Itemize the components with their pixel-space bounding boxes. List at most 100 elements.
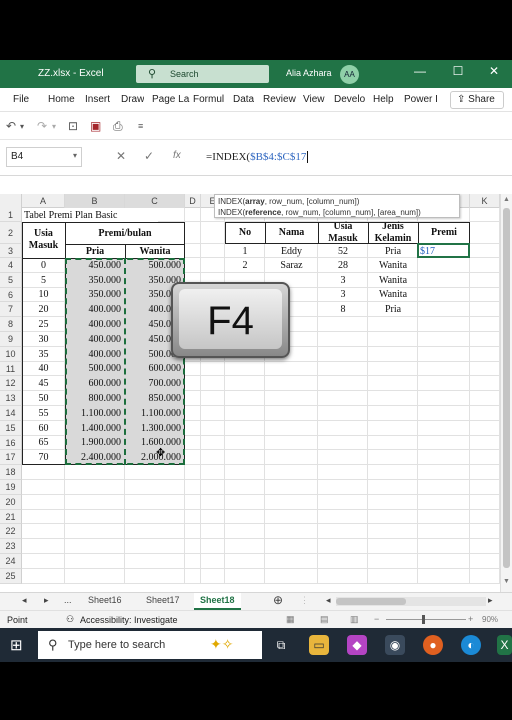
header-no[interactable]: No bbox=[225, 222, 265, 244]
close-icon[interactable]: ✕ bbox=[484, 64, 504, 78]
page-break-view-icon[interactable]: ▥ bbox=[350, 614, 359, 625]
left-row-usia[interactable]: 35 bbox=[22, 347, 65, 362]
tab-page-layout[interactable]: Page La bbox=[152, 94, 190, 105]
right-row-no[interactable]: 2 bbox=[225, 258, 265, 273]
worksheet-grid[interactable]: ABCDEFGHIJK 1234567891011121314151617181… bbox=[0, 176, 512, 592]
tab-data[interactable]: Data bbox=[233, 94, 254, 105]
cancel-icon[interactable]: ✕ bbox=[116, 149, 126, 163]
row-header-1[interactable]: 1 bbox=[0, 208, 22, 222]
tab-sheet17[interactable]: Sheet17 bbox=[146, 595, 180, 605]
left-row-usia[interactable]: 70 bbox=[22, 450, 65, 465]
customize-qat-icon[interactable]: ≡ bbox=[138, 121, 143, 131]
row-header-20[interactable]: 20 bbox=[0, 494, 22, 510]
right-row-usia[interactable]: 8 bbox=[318, 302, 368, 317]
left-row-usia[interactable]: 55 bbox=[22, 406, 65, 421]
right-row-nama[interactable]: Saraz bbox=[265, 258, 318, 273]
camera-icon[interactable]: ◉ bbox=[385, 635, 405, 655]
left-row-usia[interactable]: 30 bbox=[22, 332, 65, 347]
header-premi[interactable]: Premi bbox=[418, 222, 470, 244]
column-header-a[interactable]: A bbox=[22, 194, 65, 208]
header-usia[interactable]: Usia Masuk bbox=[318, 221, 368, 244]
formula-input[interactable]: =INDEX($B$4:$C$17 bbox=[206, 151, 309, 163]
redo-dropdown-icon[interactable]: ▾ bbox=[52, 122, 56, 131]
screenshot-icon[interactable]: ⊡ bbox=[68, 119, 78, 133]
taskbar-search-box[interactable]: ⚲ Type here to search ✦✧ bbox=[38, 631, 262, 659]
name-box[interactable]: B4 ▾ bbox=[6, 147, 82, 167]
tab-sheet16[interactable]: Sheet16 bbox=[88, 595, 122, 605]
tab-draw[interactable]: Draw bbox=[121, 94, 144, 105]
app-icon[interactable]: ◆ bbox=[347, 635, 367, 655]
task-view-icon[interactable]: ⧉ bbox=[271, 635, 291, 655]
print-preview-icon[interactable]: ⎙ bbox=[113, 119, 123, 134]
header-usia-masuk[interactable]: Usia Masuk bbox=[22, 222, 65, 258]
redo-icon[interactable]: ↷ bbox=[37, 119, 47, 133]
header-premi-bulan[interactable]: Premi/bulan bbox=[65, 222, 185, 244]
left-row-usia[interactable]: 25 bbox=[22, 317, 65, 332]
left-row-usia[interactable]: 50 bbox=[22, 391, 65, 406]
tab-file[interactable]: File bbox=[13, 94, 29, 105]
more-sheets-button[interactable]: ... bbox=[64, 595, 72, 605]
minimize-icon[interactable]: — bbox=[410, 64, 430, 78]
column-header-b[interactable]: B bbox=[65, 194, 125, 208]
zoom-in-icon[interactable]: + bbox=[468, 614, 473, 624]
header-jenis-kelamin[interactable]: Jenis Kelamin bbox=[368, 221, 418, 244]
sheet-tabs-splitter-icon[interactable]: ⋮ bbox=[300, 595, 309, 606]
firefox-icon[interactable]: ● bbox=[423, 635, 443, 655]
left-row-usia[interactable]: 45 bbox=[22, 376, 65, 391]
horizontal-scroll-thumb[interactable] bbox=[336, 598, 406, 605]
row-header-21[interactable]: 21 bbox=[0, 509, 22, 525]
select-all-corner[interactable] bbox=[0, 194, 22, 208]
windows-start-icon[interactable]: ⊞ bbox=[10, 636, 23, 654]
enter-check-icon[interactable]: ✓ bbox=[144, 149, 154, 163]
row-header-9[interactable]: 9 bbox=[0, 332, 22, 347]
right-row-usia[interactable]: 3 bbox=[318, 273, 368, 288]
tab-review[interactable]: Review bbox=[263, 94, 296, 105]
zoom-slider-thumb[interactable] bbox=[422, 615, 425, 624]
header-nama[interactable]: Nama bbox=[265, 222, 318, 244]
left-row-usia[interactable]: 0 bbox=[22, 258, 65, 273]
tab-help[interactable]: Help bbox=[373, 94, 394, 105]
row-header-13[interactable]: 13 bbox=[0, 391, 22, 406]
share-button[interactable]: ⇪ Share bbox=[450, 91, 504, 109]
accessibility-status[interactable]: Accessibility: Investigate bbox=[80, 615, 178, 625]
right-row-usia[interactable]: 28 bbox=[318, 258, 368, 273]
title-search-box[interactable]: ⚲ Search bbox=[136, 65, 269, 83]
horizontal-scrollbar[interactable] bbox=[336, 597, 486, 606]
page-layout-view-icon[interactable]: ▤ bbox=[320, 614, 329, 625]
column-header-c[interactable]: C bbox=[125, 194, 185, 208]
row-header-2[interactable]: 2 bbox=[0, 222, 22, 244]
save-icon[interactable]: ▣ bbox=[90, 119, 101, 133]
row-header-18[interactable]: 18 bbox=[0, 465, 22, 480]
row-header-4[interactable]: 4 bbox=[0, 258, 22, 273]
tab-view[interactable]: View bbox=[303, 94, 325, 105]
right-row-jenis[interactable]: Pria bbox=[368, 244, 418, 258]
row-header-6[interactable]: 6 bbox=[0, 287, 22, 303]
edge-icon[interactable]: ◐ bbox=[461, 635, 481, 655]
add-sheet-icon[interactable]: ⊕ bbox=[273, 593, 283, 607]
row-header-17[interactable]: 17 bbox=[0, 450, 22, 466]
header-wanita[interactable]: Wanita bbox=[125, 244, 185, 258]
right-row-nama[interactable]: Eddy bbox=[265, 244, 318, 258]
header-pria[interactable]: Pria bbox=[65, 244, 125, 258]
undo-icon[interactable]: ↶ bbox=[6, 119, 16, 133]
left-row-usia[interactable]: 5 bbox=[22, 273, 65, 288]
right-row-usia[interactable]: 52 bbox=[318, 244, 368, 258]
right-row-jenis[interactable]: Wanita bbox=[368, 273, 418, 288]
row-header-5[interactable]: 5 bbox=[0, 272, 22, 288]
tab-sheet18-active[interactable]: Sheet18 bbox=[194, 593, 241, 610]
left-row-usia[interactable]: 20 bbox=[22, 302, 65, 317]
row-header-24[interactable]: 24 bbox=[0, 554, 22, 569]
tab-power[interactable]: Power I bbox=[404, 94, 440, 105]
maximize-icon[interactable]: ☐ bbox=[448, 64, 468, 78]
zoom-level[interactable]: 90% bbox=[482, 615, 498, 624]
row-header-15[interactable]: 15 bbox=[0, 420, 22, 436]
row-header-3[interactable]: 3 bbox=[0, 244, 22, 258]
row-header-25[interactable]: 25 bbox=[0, 568, 22, 584]
zoom-out-icon[interactable]: − bbox=[374, 614, 379, 624]
tab-insert[interactable]: Insert bbox=[85, 94, 110, 105]
column-header-d[interactable]: D bbox=[185, 194, 201, 208]
tab-formulas[interactable]: Formul bbox=[193, 94, 228, 105]
row-header-11[interactable]: 11 bbox=[0, 361, 22, 377]
row-header-8[interactable]: 8 bbox=[0, 317, 22, 332]
right-row-premi[interactable] bbox=[418, 258, 470, 273]
